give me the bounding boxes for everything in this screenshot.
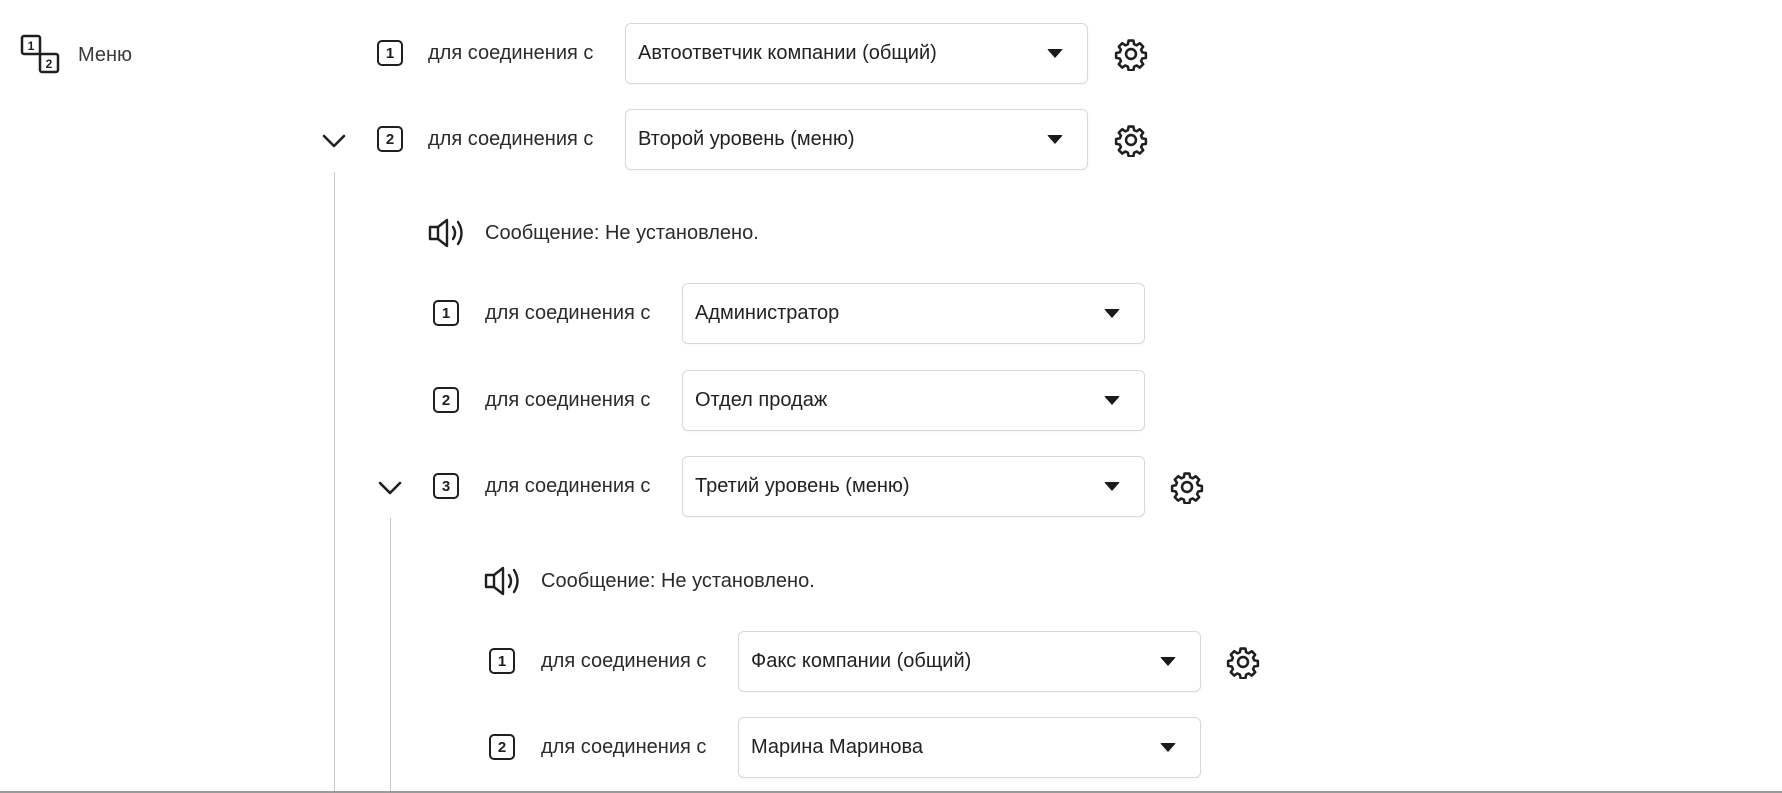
key-badge: 2 xyxy=(489,734,515,760)
key-badge: 1 xyxy=(433,300,459,326)
menu-title: Меню xyxy=(78,43,133,66)
connect-select[interactable]: Администратор xyxy=(682,283,1145,344)
chevron-down-icon[interactable] xyxy=(377,478,403,498)
connect-select[interactable]: Второй уровень (меню) xyxy=(625,109,1088,170)
connect-select-value: Отдел продаж xyxy=(695,389,828,411)
chevron-down-icon[interactable] xyxy=(321,131,347,151)
connect-select-value: Администратор xyxy=(695,302,840,324)
message-status: Сообщение: Не установлено. xyxy=(485,222,759,244)
svg-text:2: 2 xyxy=(46,57,53,71)
connect-label: для соединения с xyxy=(485,475,651,497)
caret-down-icon xyxy=(1104,396,1120,405)
connect-select[interactable]: Факс компании (общий) xyxy=(738,631,1201,692)
gear-icon[interactable] xyxy=(1170,470,1204,504)
caret-down-icon xyxy=(1160,743,1176,752)
connect-label: для соединения с xyxy=(428,42,594,64)
connect-select[interactable]: Отдел продаж xyxy=(682,370,1145,431)
connect-select-value: Автоответчик компании (общий) xyxy=(638,42,937,64)
caret-down-icon xyxy=(1104,309,1120,318)
speaker-icon xyxy=(484,566,519,596)
caret-down-icon xyxy=(1047,49,1063,58)
connect-label: для соединения с xyxy=(541,736,707,758)
connect-select-value: Третий уровень (меню) xyxy=(695,475,910,497)
connect-select-value: Марина Маринова xyxy=(751,736,924,758)
caret-down-icon xyxy=(1047,135,1063,144)
connect-select-value: Второй уровень (меню) xyxy=(638,128,855,150)
caret-down-icon xyxy=(1104,482,1120,491)
connect-select[interactable]: Третий уровень (меню) xyxy=(682,456,1145,517)
tree-line-level2 xyxy=(334,172,335,793)
gear-icon[interactable] xyxy=(1114,123,1148,157)
key-badge: 2 xyxy=(433,387,459,413)
message-status: Сообщение: Не установлено. xyxy=(541,570,815,592)
menu-numbers-icon: 1 2 xyxy=(20,34,60,74)
key-badge: 1 xyxy=(489,648,515,674)
menu-header: 1 2 Меню xyxy=(20,34,132,76)
caret-down-icon xyxy=(1160,657,1176,666)
connect-label: для соединения с xyxy=(485,389,651,411)
connect-label: для соединения с xyxy=(541,650,707,672)
speaker-icon xyxy=(428,218,463,248)
tree-line-level3 xyxy=(390,518,391,793)
svg-text:1: 1 xyxy=(28,39,35,53)
connect-select[interactable]: Марина Маринова xyxy=(738,717,1201,778)
connect-label: для соединения с xyxy=(485,302,651,324)
connect-select[interactable]: Автоответчик компании (общий) xyxy=(625,23,1088,84)
key-badge: 1 xyxy=(377,40,403,66)
key-badge: 2 xyxy=(377,126,403,152)
connect-select-value: Факс компании (общий) xyxy=(751,650,972,672)
connect-label: для соединения с xyxy=(428,128,594,150)
gear-icon[interactable] xyxy=(1226,645,1260,679)
key-badge: 3 xyxy=(433,473,459,499)
gear-icon[interactable] xyxy=(1114,37,1148,71)
